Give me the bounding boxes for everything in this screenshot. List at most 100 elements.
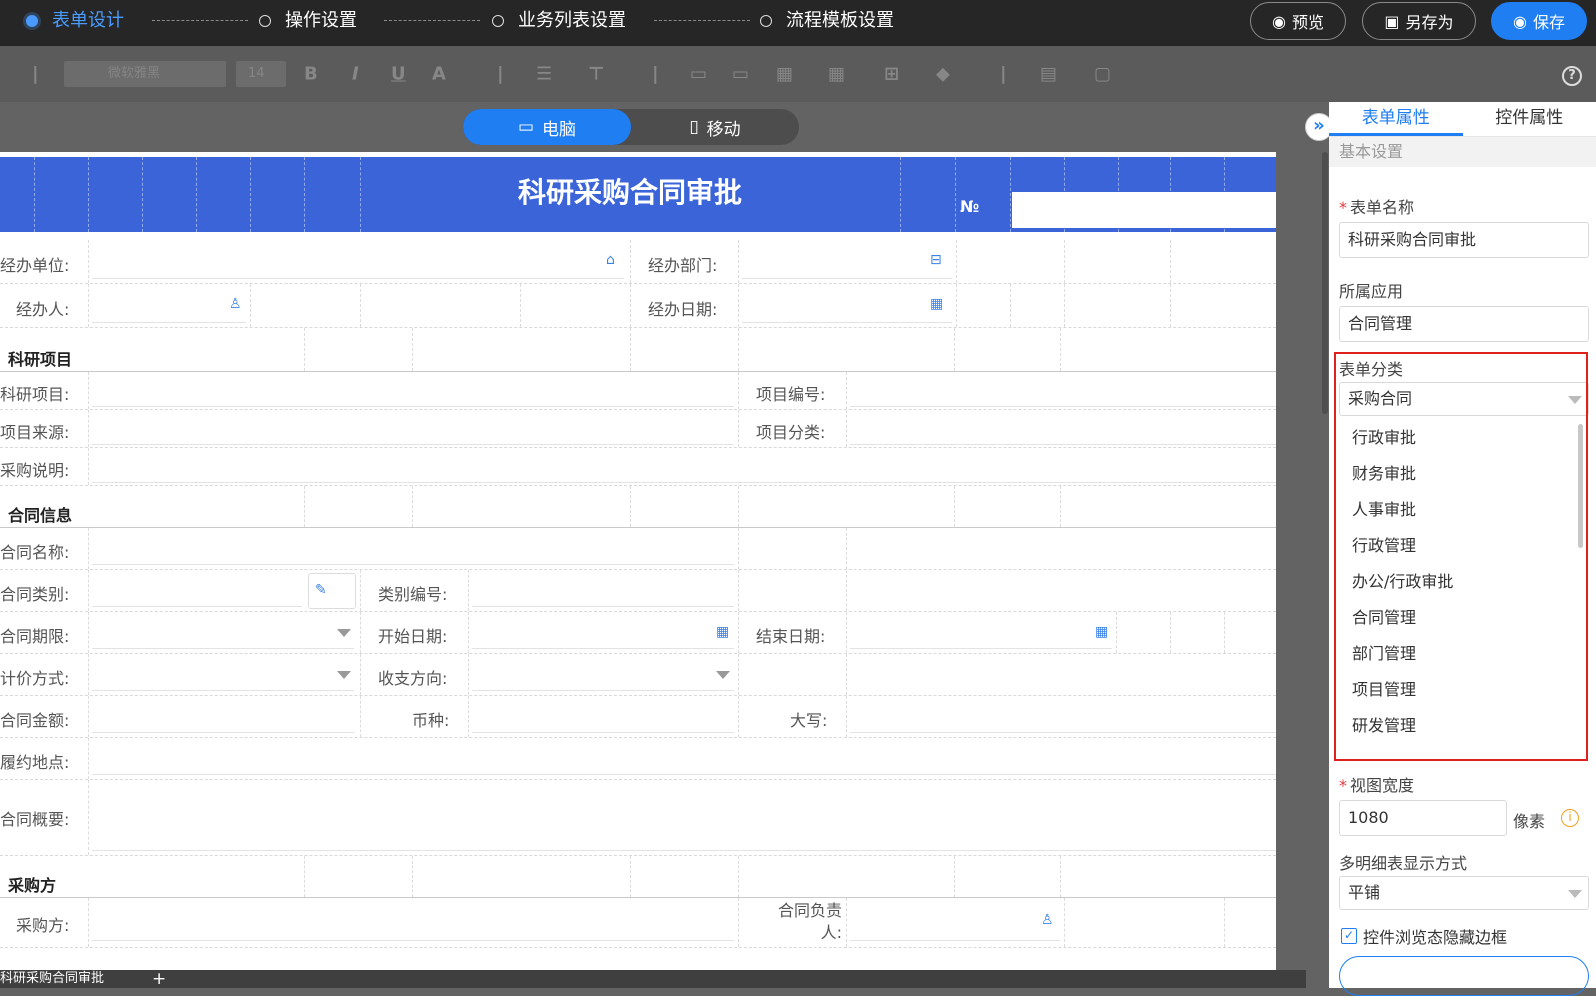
- chevron-down-icon[interactable]: [337, 629, 351, 637]
- label-amount: 合同金额:: [0, 707, 69, 731]
- dropdown-option[interactable]: 行政管理: [1336, 528, 1586, 564]
- currency-field[interactable]: [472, 732, 734, 733]
- delete-row-icon[interactable]: ▦: [828, 64, 845, 85]
- sheet-tab[interactable]: 科研采购合同审批: [0, 971, 104, 986]
- help-icon[interactable]: ?: [1562, 66, 1582, 86]
- end-date-field[interactable]: [850, 648, 1112, 649]
- step-flow-template[interactable]: 流程模板设置: [760, 0, 894, 42]
- desc-field[interactable]: [92, 482, 1276, 483]
- project-field[interactable]: [92, 406, 734, 407]
- summary-field[interactable]: [92, 850, 1276, 851]
- form-title[interactable]: 科研采购合同审批: [360, 157, 900, 232]
- label-source: 项目来源:: [0, 419, 69, 443]
- grid-line: [88, 654, 89, 695]
- project-no-field[interactable]: [850, 406, 1276, 407]
- dropdown-option[interactable]: 行政审批: [1336, 420, 1586, 456]
- dropdown-option[interactable]: 项目管理: [1336, 672, 1586, 708]
- tab-control-properties[interactable]: 控件属性: [1463, 102, 1596, 136]
- dept-field[interactable]: [742, 278, 952, 279]
- calendar-icon[interactable]: ▦: [1095, 624, 1108, 640]
- hidden-settings-button[interactable]: [1339, 956, 1589, 996]
- calendar-icon[interactable]: ▦: [716, 624, 729, 640]
- step-label: 业务列表设置: [518, 0, 626, 42]
- italic-button[interactable]: I: [352, 64, 359, 85]
- unit-field[interactable]: [92, 278, 624, 279]
- bank-icon[interactable]: ⌂: [606, 252, 615, 268]
- chevron-down-icon[interactable]: [337, 671, 351, 679]
- font-color-button[interactable]: A: [432, 64, 446, 85]
- capital-field[interactable]: [850, 732, 1276, 733]
- canvas-scrollbar[interactable]: [1322, 152, 1328, 414]
- font-size-select[interactable]: 14: [236, 61, 286, 87]
- insert-row-icon[interactable]: ▦: [776, 64, 793, 85]
- hide-border-option[interactable]: ✓ 控件浏览态隐藏边框: [1341, 924, 1507, 948]
- start-date-field[interactable]: [472, 648, 734, 649]
- edit-icon: ✎: [315, 582, 327, 598]
- place-field[interactable]: [92, 774, 1276, 775]
- dropdown-option[interactable]: 办公/行政审批: [1336, 564, 1586, 600]
- bold-button[interactable]: B: [304, 64, 318, 85]
- category-select[interactable]: 采购合同: [1339, 382, 1589, 416]
- font-family-select[interactable]: 微软雅黑: [64, 61, 226, 87]
- grid-line: [88, 570, 89, 611]
- dropdown-option[interactable]: 合同管理: [1336, 600, 1586, 636]
- step-form-design[interactable]: 表单设计: [26, 0, 124, 42]
- pricing-select[interactable]: [92, 690, 354, 691]
- org-icon[interactable]: ⊟: [930, 252, 942, 268]
- grid-line: [468, 612, 469, 653]
- border-icon[interactable]: ⊞: [884, 64, 899, 85]
- underline-button[interactable]: U: [391, 64, 406, 85]
- contract-type-field[interactable]: [92, 606, 302, 607]
- chevron-down-icon[interactable]: [716, 671, 730, 679]
- owner-field[interactable]: [850, 940, 1060, 941]
- dropdown-option[interactable]: 人事审批: [1336, 492, 1586, 528]
- toolbar-divider: |: [652, 64, 659, 85]
- person-field[interactable]: [92, 322, 246, 323]
- save-button[interactable]: ◉保存: [1491, 2, 1587, 40]
- add-sheet-icon[interactable]: +: [152, 970, 166, 988]
- step-operation[interactable]: 操作设置: [259, 0, 357, 42]
- split-cells-icon[interactable]: ▭: [732, 64, 749, 85]
- table-style-icon[interactable]: ▤: [1040, 64, 1057, 85]
- layout-icon[interactable]: ▢: [1094, 64, 1111, 85]
- preview-label: 预览: [1292, 9, 1324, 33]
- checkbox-checked-icon[interactable]: ✓: [1341, 928, 1357, 944]
- dropdown-option[interactable]: 财务审批: [1336, 456, 1586, 492]
- buyer-field[interactable]: [92, 940, 734, 941]
- category-field[interactable]: [850, 444, 1276, 445]
- save-as-button[interactable]: ▣另存为: [1362, 2, 1476, 40]
- form-name-input[interactable]: 科研采购合同审批: [1339, 222, 1589, 258]
- step-label: 流程模板设置: [786, 0, 894, 42]
- view-width-label: *视图宽度: [1339, 772, 1414, 796]
- term-select[interactable]: [92, 648, 354, 649]
- detail-mode-select[interactable]: 平铺: [1339, 876, 1589, 910]
- align-left-icon[interactable]: ☰: [536, 64, 552, 85]
- preview-button[interactable]: ◉预览: [1250, 2, 1346, 40]
- direction-select[interactable]: [472, 690, 734, 691]
- number-field[interactable]: [1012, 192, 1276, 228]
- info-icon[interactable]: i: [1561, 809, 1579, 827]
- grid-line: [738, 696, 739, 737]
- dropdown-scrollbar[interactable]: [1578, 424, 1583, 548]
- amount-field[interactable]: [92, 732, 354, 733]
- view-width-input[interactable]: 1080: [1339, 800, 1507, 836]
- type-no-field[interactable]: [472, 606, 734, 607]
- dropdown-option[interactable]: 部门管理: [1336, 636, 1586, 672]
- date-field[interactable]: [742, 322, 952, 323]
- fill-color-icon[interactable]: ◆: [936, 64, 950, 85]
- step-list-settings[interactable]: 业务列表设置: [492, 0, 626, 42]
- user-icon[interactable]: ♙: [229, 296, 242, 312]
- calendar-icon[interactable]: ▦: [930, 296, 943, 312]
- edit-type-button[interactable]: ✎: [308, 573, 356, 609]
- source-field[interactable]: [92, 444, 734, 445]
- tab-pc[interactable]: ▭电脑: [463, 109, 631, 145]
- contract-name-field[interactable]: [92, 564, 734, 565]
- tab-mobile[interactable]: ▯移动: [631, 109, 799, 145]
- dropdown-option[interactable]: 研发管理: [1336, 708, 1586, 744]
- grid-line: [1010, 157, 1011, 232]
- valign-top-icon[interactable]: ⊤: [588, 64, 604, 85]
- tab-form-properties[interactable]: 表单属性: [1329, 102, 1463, 136]
- user-icon[interactable]: ♙: [1041, 912, 1054, 928]
- merge-cells-icon[interactable]: ▭: [690, 64, 707, 85]
- app-input[interactable]: 合同管理: [1339, 306, 1589, 342]
